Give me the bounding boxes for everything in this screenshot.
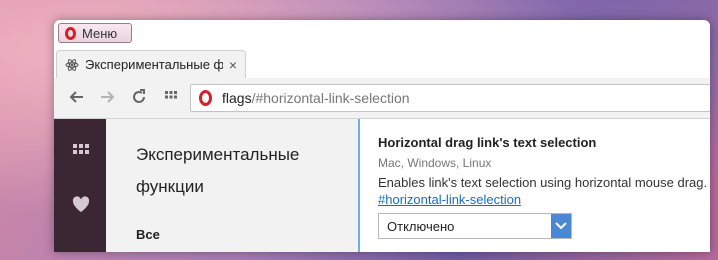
flag-state-select[interactable]: Отключено <box>378 213 572 239</box>
browser-window: Меню Экспериментальные фун × + flags/#ho… <box>54 20 710 252</box>
navigation-toolbar: flags/#horizontal-link-selection <box>54 78 710 119</box>
flag-platforms: Mac, Windows, Linux <box>378 156 492 170</box>
category-all[interactable]: Все <box>136 227 160 242</box>
tab-strip: Экспериментальные фун × + <box>54 48 710 78</box>
opera-logo-icon <box>199 90 212 106</box>
opera-logo-icon <box>65 26 76 40</box>
select-value: Отключено <box>387 218 455 234</box>
atom-icon <box>65 58 79 71</box>
plus-icon[interactable]: + <box>254 54 274 74</box>
reload-icon[interactable] <box>128 88 150 108</box>
heart-icon[interactable] <box>70 193 92 215</box>
back-arrow-icon[interactable] <box>66 88 88 108</box>
url-scheme: flags <box>222 90 252 106</box>
flag-title: Horizontal drag link's text selection <box>378 135 597 150</box>
opera-menu-button[interactable]: Меню <box>58 23 132 43</box>
chevron-down-icon[interactable] <box>551 214 571 238</box>
flag-anchor-link[interactable]: #horizontal-link-selection <box>378 192 521 207</box>
tab-title: Экспериментальные фун <box>85 57 223 72</box>
flag-details-panel: Horizontal drag link's text selection Ma… <box>358 119 710 252</box>
flags-left-panel: Экспериментальные функции Все <box>106 119 358 252</box>
speed-dial-grid-icon[interactable] <box>160 88 182 108</box>
close-icon[interactable]: × <box>229 57 237 73</box>
tab-experimental-features[interactable]: Экспериментальные фун × <box>56 50 246 78</box>
sidebar <box>54 119 106 252</box>
page-title: Экспериментальные функции <box>136 145 300 196</box>
url-path: /#horizontal-link-selection <box>251 90 410 106</box>
address-url: flags/#horizontal-link-selection <box>222 90 410 106</box>
speed-dial-sidebar-icon[interactable] <box>70 139 92 161</box>
flag-description: Enables link's text selection using hori… <box>378 175 708 190</box>
address-bar[interactable]: flags/#horizontal-link-selection <box>190 84 710 112</box>
menu-label: Меню <box>82 25 118 41</box>
forward-arrow-icon[interactable] <box>96 88 118 108</box>
